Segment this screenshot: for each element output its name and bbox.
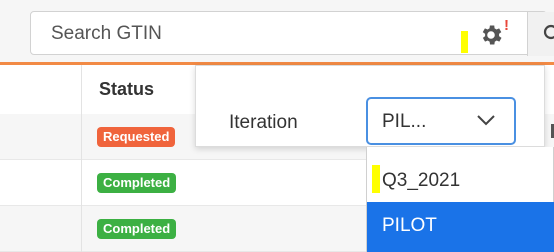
status-column-header[interactable]: Status — [99, 79, 154, 100]
iteration-label: Iteration — [229, 112, 298, 133]
top-bar: ! — [0, 0, 554, 62]
alert-indicator: ! — [504, 17, 509, 34]
status-badge: Completed — [97, 173, 177, 193]
status-badge: Requested — [97, 127, 176, 147]
iteration-dropdown: Q3_2021 PILOT — [366, 147, 554, 252]
dropdown-option-pilot[interactable]: PILOT — [367, 202, 554, 252]
settings-button[interactable] — [478, 22, 504, 48]
highlight-marker — [372, 165, 380, 193]
option-label: Q3_2021 — [382, 170, 461, 191]
iteration-popover: Iteration PIL... — [195, 65, 545, 147]
iteration-select-value: PIL... — [382, 111, 427, 132]
search-icon — [543, 24, 554, 40]
gear-icon — [482, 25, 502, 45]
highlight-marker — [461, 31, 468, 53]
chevron-down-icon — [477, 115, 495, 126]
status-badge: Completed — [97, 219, 177, 239]
option-label: PILOT — [382, 215, 437, 236]
iteration-select[interactable]: PIL... — [366, 97, 516, 145]
search-button[interactable] — [527, 12, 554, 56]
search-input[interactable] — [49, 12, 433, 56]
search-box: ! — [30, 11, 554, 56]
column-divider — [81, 65, 82, 252]
dropdown-option-q3-2021[interactable]: Q3_2021 — [367, 157, 554, 207]
